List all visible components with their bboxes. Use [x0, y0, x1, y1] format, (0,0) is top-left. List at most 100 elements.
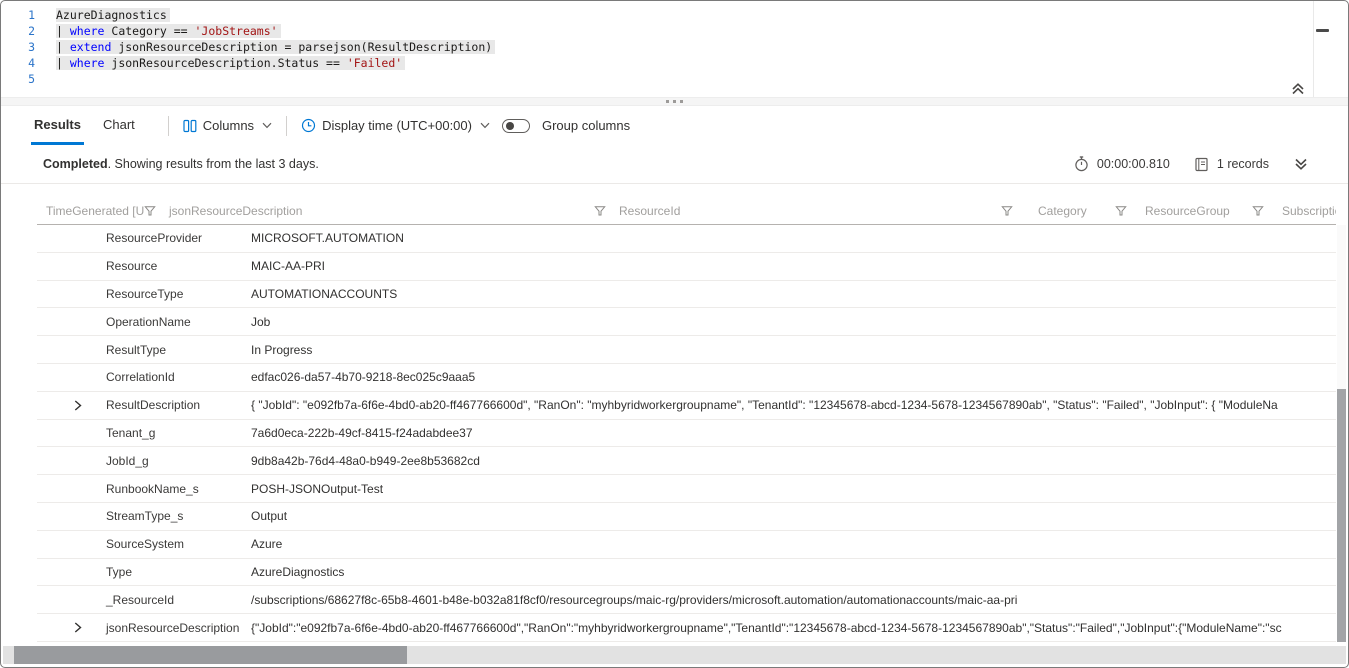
field-value: 9db8a42b-76d4-48a0-b949-2ee8b53682cd	[241, 454, 1336, 468]
field-value: MICROSOFT.AUTOMATION	[241, 231, 1336, 245]
field-value: Output	[241, 509, 1336, 523]
column-header-subscription[interactable]: Subscription	[1269, 197, 1336, 224]
field-name: RunbookName_s	[95, 482, 241, 496]
field-name: jsonResourceDescription	[95, 621, 241, 635]
table-row[interactable]: ResourceMAIC-AA-PRI	[37, 253, 1336, 281]
field-value: AzureDiagnostics	[241, 565, 1336, 579]
group-columns-label: Group columns	[542, 118, 630, 133]
column-header-jsonresourcedescription[interactable]: jsonResourceDescription	[161, 197, 611, 224]
table-row[interactable]: StreamType_sOutput	[37, 503, 1336, 531]
code-line-content: | extend jsonResourceDescription = parse…	[45, 39, 495, 55]
columns-button[interactable]: Columns	[183, 118, 272, 133]
record-count: 1 records	[1217, 157, 1269, 171]
line-number: 1	[1, 7, 45, 23]
pane-splitter[interactable]	[1, 97, 1348, 106]
filter-funnel-icon[interactable]	[1001, 205, 1013, 217]
results-grid-header: TimeGenerated [UTC]jsonResourceDescripti…	[37, 197, 1336, 225]
code-lines: 1AzureDiagnostics2| where Category == 'J…	[1, 7, 1348, 87]
table-row[interactable]: RunbookName_sPOSH-JSONOutput-Test	[37, 475, 1336, 503]
grid-horizontal-scrollbar[interactable]	[3, 646, 1346, 664]
code-line-content: | where Category == 'JobStreams'	[45, 23, 281, 39]
field-value: POSH-JSONOutput-Test	[241, 482, 1336, 496]
table-row[interactable]: ResultTypeIn Progress	[37, 336, 1336, 364]
code-token: |	[56, 40, 70, 54]
field-name: Tenant_g	[95, 426, 241, 440]
collapse-query-editor-button[interactable]	[1290, 81, 1306, 96]
grid-horizontal-scrollbar-thumb[interactable]	[14, 646, 407, 664]
field-name: ResultDescription	[95, 398, 241, 412]
code-text: | where Category == 'JobStreams'	[56, 24, 281, 38]
code-line: 1 AzureDiagnostics	[1, 7, 1348, 23]
clock-icon	[301, 118, 316, 133]
tab-results[interactable]: Results	[31, 106, 84, 145]
field-name: _ResourceId	[95, 593, 241, 607]
code-line: 4| where jsonResourceDescription.Status …	[1, 55, 1348, 71]
field-name: ResultType	[95, 343, 241, 357]
column-header-resourcegroup[interactable]: ResourceGroup	[1132, 197, 1269, 224]
field-value: AUTOMATIONACCOUNTS	[241, 287, 1336, 301]
editor-scrollbar-thumb[interactable]	[1316, 29, 1329, 32]
table-row[interactable]: ResourceProviderMICROSOFT.AUTOMATION	[37, 225, 1336, 253]
code-token: where	[70, 24, 105, 38]
toggle-knob	[506, 122, 514, 130]
column-header-label: jsonResourceDescription	[161, 204, 302, 218]
column-header-label: ResourceId	[611, 204, 680, 218]
table-row[interactable]: JobId_g9db8a42b-76d4-48a0-b949-2ee8b5368…	[37, 447, 1336, 475]
code-line: 3| extend jsonResourceDescription = pars…	[1, 39, 1348, 55]
code-line-content	[45, 71, 56, 87]
query-elapsed-time: 00:00:00.810	[1097, 157, 1170, 171]
code-token: jsonResourceDescription.Status ==	[104, 56, 346, 70]
grid-vertical-scrollbar[interactable]	[1337, 225, 1346, 642]
column-header-label: Category	[1018, 204, 1087, 218]
table-row[interactable]: SourceSystemAzure	[37, 531, 1336, 559]
table-row[interactable]: jsonResourceDescription{"JobId":"e092fb7…	[37, 614, 1336, 642]
field-value: MAIC-AA-PRI	[241, 259, 1336, 273]
table-row[interactable]: Tenant_g7a6d0eca-222b-49cf-8415-f24adabd…	[37, 420, 1336, 448]
splitter-dot	[680, 100, 683, 103]
filter-funnel-icon[interactable]	[144, 205, 156, 217]
table-row[interactable]: OperationNameJob	[37, 308, 1336, 336]
column-header-timegenerated-utc-[interactable]: TimeGenerated [UTC]	[37, 197, 161, 224]
query-status-detail: . Showing results from the last 3 days.	[108, 157, 319, 171]
field-value: {"JobId":"e092fb7a-6f6e-4bd0-ab20-ff4677…	[241, 621, 1336, 635]
query-status-bar: Completed. Showing results from the last…	[1, 145, 1348, 184]
tab-chart[interactable]: Chart	[100, 106, 138, 145]
code-token: extend	[70, 40, 112, 54]
filter-funnel-icon[interactable]	[1252, 205, 1264, 217]
grid-vertical-scrollbar-thumb[interactable]	[1337, 389, 1346, 642]
filter-funnel-icon[interactable]	[1115, 205, 1127, 217]
column-header-resourceid[interactable]: ResourceId	[611, 197, 1018, 224]
tab-chart-label: Chart	[103, 117, 135, 132]
field-name: Resource	[95, 259, 241, 273]
expand-chevron-icon[interactable]	[61, 400, 95, 411]
table-row[interactable]: CorrelationIdedfac026-da57-4b70-9218-8ec…	[37, 364, 1336, 392]
table-row[interactable]: TypeAzureDiagnostics	[37, 559, 1336, 587]
double-chevron-up-icon	[1290, 81, 1306, 96]
code-token: where	[70, 56, 105, 70]
records-icon	[1194, 157, 1209, 172]
editor-scrollbar-track	[1313, 1, 1314, 97]
table-row[interactable]: ResultDescription{ "JobId": "e092fb7a-6f…	[37, 392, 1336, 420]
table-row[interactable]: ResourceTypeAUTOMATIONACCOUNTS	[37, 281, 1336, 309]
group-columns-toggle[interactable]	[502, 119, 530, 133]
code-token: 'JobStreams'	[195, 24, 278, 38]
splitter-dot	[666, 100, 669, 103]
field-name: ResourceType	[95, 287, 241, 301]
columns-button-label: Columns	[203, 118, 254, 133]
query-editor[interactable]: 1AzureDiagnostics2| where Category == 'J…	[1, 1, 1348, 97]
column-header-category[interactable]: Category	[1018, 197, 1132, 224]
filter-funnel-icon[interactable]	[594, 205, 606, 217]
code-token: AzureDiagnostics	[56, 8, 167, 22]
double-chevron-down-icon[interactable]	[1293, 157, 1309, 172]
field-name: ResourceProvider	[95, 231, 241, 245]
table-row[interactable]: _ResourceId/subscriptions/68627f8c-65b8-…	[37, 586, 1336, 614]
expand-chevron-icon[interactable]	[61, 622, 95, 633]
field-value: Azure	[241, 537, 1336, 551]
line-number: 5	[1, 71, 45, 87]
display-time-button[interactable]: Display time (UTC+00:00)	[301, 118, 490, 133]
code-line-content: AzureDiagnostics	[45, 7, 170, 23]
code-token: Category ==	[104, 24, 194, 38]
code-line-content: | where jsonResourceDescription.Status =…	[45, 55, 405, 71]
field-name: StreamType_s	[95, 509, 241, 523]
code-token: 'Failed'	[347, 56, 402, 70]
